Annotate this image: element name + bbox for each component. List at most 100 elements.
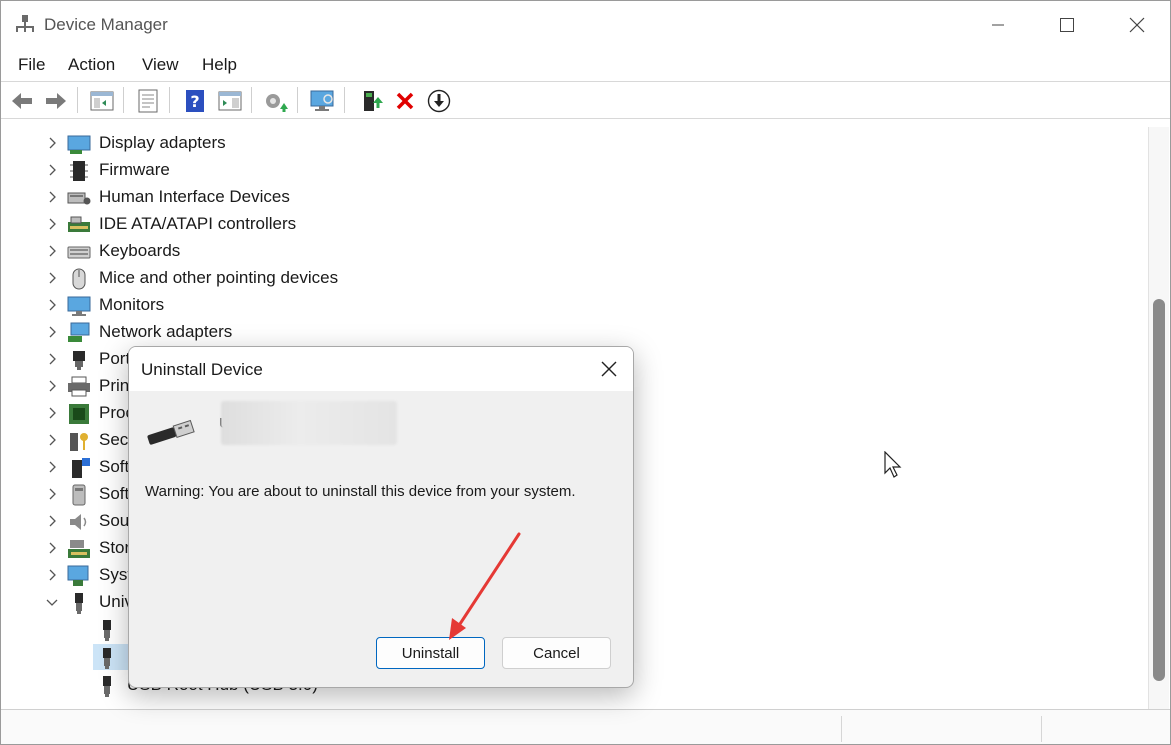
usb-icon xyxy=(95,619,119,641)
console-tree-icon xyxy=(90,91,114,111)
security-key-icon xyxy=(67,430,91,452)
hid-icon xyxy=(67,187,91,209)
tree-category-label: Human Interface Devices xyxy=(99,187,290,206)
ide-controller-icon xyxy=(67,214,91,236)
tree-category-label: Firmware xyxy=(99,160,170,179)
tree-category-item[interactable]: Human Interface Devices xyxy=(5,184,1105,210)
tree-category-label: Prin xyxy=(99,376,130,395)
chevron-right-icon[interactable] xyxy=(45,433,59,447)
storage-controller-icon xyxy=(67,538,91,560)
chevron-right-icon[interactable] xyxy=(45,271,59,285)
help-button[interactable]: ? xyxy=(182,88,208,114)
tree-category-label: Mice and other pointing devices xyxy=(99,268,339,287)
chevron-right-icon[interactable] xyxy=(45,244,59,258)
svg-text:?: ? xyxy=(190,92,199,111)
menu-help[interactable]: Help xyxy=(202,55,237,75)
network-adapter-icon xyxy=(67,322,91,344)
minimize-button[interactable] xyxy=(963,1,1033,49)
tree-category-label: Sou xyxy=(99,511,130,530)
monitor-icon xyxy=(67,295,91,317)
forward-button[interactable] xyxy=(43,88,69,114)
menu-action[interactable]: Action xyxy=(68,55,115,75)
chevron-right-icon[interactable] xyxy=(45,136,59,150)
uninstall-device-dialog: Uninstall Device U Warning: You are abou… xyxy=(128,346,634,688)
close-icon xyxy=(1129,17,1145,33)
software-device-icon xyxy=(67,484,91,506)
update-driver-button[interactable] xyxy=(263,88,289,114)
chevron-right-icon[interactable] xyxy=(45,514,59,528)
vertical-scrollbar[interactable] xyxy=(1148,127,1169,709)
dialog-title: Uninstall Device xyxy=(141,360,263,379)
printer-icon xyxy=(67,376,91,398)
chevron-right-icon[interactable] xyxy=(45,325,59,339)
tree-category-item[interactable]: IDE ATA/ATAPI controllers xyxy=(5,211,1105,237)
tree-category-label: Keyboards xyxy=(99,241,181,260)
back-arrow-icon xyxy=(12,93,32,109)
uninstall-x-icon xyxy=(396,92,414,110)
tree-category-label: Stor xyxy=(99,538,131,557)
uninstall-button[interactable]: Uninstall xyxy=(376,637,485,669)
tree-category-label: Soft xyxy=(99,457,130,476)
forward-arrow-icon xyxy=(46,93,66,109)
minimize-icon xyxy=(992,24,1004,26)
window-title: Device Manager xyxy=(44,15,168,34)
software-component-icon xyxy=(67,457,91,479)
maximize-icon xyxy=(1060,18,1074,32)
scan-hardware-button[interactable] xyxy=(310,88,336,114)
menu-bar: File Action View Help xyxy=(1,53,1170,79)
action-pane-button[interactable] xyxy=(217,88,243,114)
title-bar: Device Manager xyxy=(1,1,1170,49)
chevron-right-icon[interactable] xyxy=(45,460,59,474)
tree-category-label: Display adapters xyxy=(99,133,226,152)
usb-icon xyxy=(95,675,119,697)
tree-category-label: Monitors xyxy=(99,295,165,314)
tree-category-item[interactable]: Display adapters xyxy=(5,130,1105,156)
processor-icon xyxy=(67,403,91,425)
firmware-chip-icon xyxy=(67,160,91,182)
chevron-right-icon[interactable] xyxy=(45,190,59,204)
port-icon xyxy=(67,349,91,371)
download-circle-icon xyxy=(427,89,451,113)
dialog-close-button[interactable] xyxy=(595,356,623,382)
tree-category-item[interactable]: Mice and other pointing devices xyxy=(5,265,1105,291)
tree-category-item[interactable]: Firmware xyxy=(5,157,1105,183)
maximize-button[interactable] xyxy=(1032,1,1102,49)
chevron-right-icon[interactable] xyxy=(45,406,59,420)
sound-icon xyxy=(67,511,91,533)
device-manager-app-icon xyxy=(16,15,34,32)
close-window-button[interactable] xyxy=(1102,1,1170,49)
mouse-icon xyxy=(67,268,91,290)
properties-sheet-icon xyxy=(138,89,158,113)
cancel-button[interactable]: Cancel xyxy=(502,637,611,669)
tree-category-label: IDE ATA/ATAPI controllers xyxy=(99,214,297,233)
tree-category-label: Network adapters xyxy=(99,322,233,341)
help-question-icon: ? xyxy=(186,90,204,112)
chevron-right-icon[interactable] xyxy=(45,217,59,231)
chevron-right-icon[interactable] xyxy=(45,163,59,177)
tree-category-item[interactable]: Monitors xyxy=(5,292,1105,318)
back-button[interactable] xyxy=(9,88,35,114)
dialog-header: Uninstall Device xyxy=(129,347,633,391)
disable-device-button[interactable] xyxy=(426,88,452,114)
scrollbar-thumb[interactable] xyxy=(1153,299,1165,681)
chevron-right-icon[interactable] xyxy=(45,379,59,393)
usb-icon xyxy=(95,647,119,669)
tree-category-label: Port xyxy=(99,349,131,368)
usb-plug-icon xyxy=(147,419,195,445)
chevron-right-icon[interactable] xyxy=(45,568,59,582)
device-name-redacted xyxy=(221,401,397,445)
chevron-right-icon[interactable] xyxy=(45,487,59,501)
chevron-right-icon[interactable] xyxy=(45,298,59,312)
uninstall-device-button[interactable] xyxy=(392,88,418,114)
menu-file[interactable]: File xyxy=(18,55,45,75)
menu-view[interactable]: View xyxy=(142,55,179,75)
properties-button[interactable] xyxy=(135,88,161,114)
show-hide-console-tree-button[interactable] xyxy=(89,88,115,114)
tree-category-item[interactable]: Network adapters xyxy=(5,319,1105,345)
chevron-down-icon[interactable] xyxy=(45,595,59,609)
enable-device-button[interactable] xyxy=(358,88,384,114)
update-driver-icon xyxy=(266,94,288,112)
tree-category-item[interactable]: Keyboards xyxy=(5,238,1105,264)
chevron-right-icon[interactable] xyxy=(45,541,59,555)
chevron-right-icon[interactable] xyxy=(45,352,59,366)
